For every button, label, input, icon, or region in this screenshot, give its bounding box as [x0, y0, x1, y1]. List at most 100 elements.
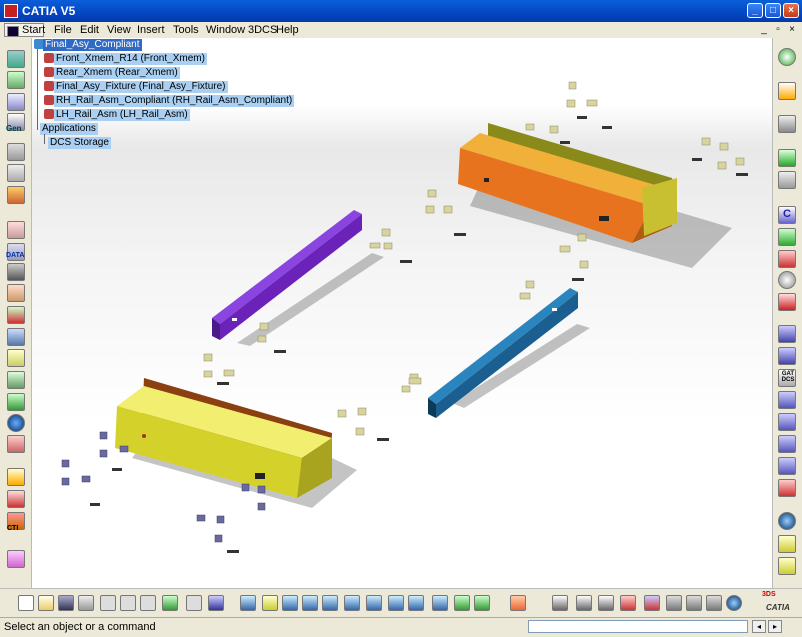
- folder-icon[interactable]: [7, 349, 25, 367]
- check-icon[interactable]: [7, 306, 25, 324]
- bars-icon[interactable]: [7, 186, 25, 204]
- tree-node-fixture[interactable]: Final_Asy_Fixture (Final_Asy_Fixture): [54, 81, 228, 93]
- tree-expand-icon[interactable]: [7, 50, 25, 68]
- tree-node-rh-rail[interactable]: RH_Rail_Asm_Compliant (RH_Rail_Asm_Compl…: [54, 95, 295, 107]
- magic-icon[interactable]: [686, 595, 702, 611]
- rh-rail-part[interactable]: [428, 288, 578, 418]
- feature-icon[interactable]: [778, 435, 796, 453]
- new-icon[interactable]: [18, 595, 34, 611]
- rotate-icon[interactable]: [778, 149, 796, 167]
- minimize-button[interactable]: _: [747, 3, 763, 18]
- hide-show-icon[interactable]: [454, 595, 470, 611]
- menu-view[interactable]: View: [107, 24, 131, 36]
- tools-icon[interactable]: [7, 284, 25, 302]
- print-icon[interactable]: [78, 595, 94, 611]
- close-button[interactable]: ×: [783, 3, 799, 18]
- sphere-icon[interactable]: [778, 271, 796, 289]
- menu-edit[interactable]: Edit: [80, 24, 99, 36]
- measure-icon[interactable]: [778, 293, 796, 311]
- report-icon[interactable]: [7, 371, 25, 389]
- command-input[interactable]: [528, 620, 748, 633]
- swap-visible-icon[interactable]: [474, 595, 490, 611]
- tree-root-node[interactable]: Final_Asy_Compliant: [43, 39, 142, 51]
- table-icon[interactable]: [552, 595, 568, 611]
- mdi-restore-button[interactable]: ▫: [772, 24, 784, 36]
- menu-help[interactable]: Help: [276, 24, 299, 36]
- undo-icon[interactable]: [162, 595, 178, 611]
- book-icon[interactable]: [778, 535, 796, 553]
- menu-file[interactable]: File: [54, 24, 72, 36]
- camera-icon[interactable]: [510, 595, 526, 611]
- multi-view-icon[interactable]: [388, 595, 404, 611]
- paste-icon[interactable]: [140, 595, 156, 611]
- redo-icon[interactable]: [186, 595, 202, 611]
- pan-icon[interactable]: [282, 595, 298, 611]
- cube-icon[interactable]: [7, 164, 25, 182]
- dollar-icon[interactable]: [7, 550, 25, 568]
- mesh-icon[interactable]: [778, 228, 796, 246]
- analysis-tool-icon[interactable]: [666, 595, 682, 611]
- grid-icon[interactable]: [778, 325, 796, 343]
- catalog-icon[interactable]: [706, 595, 722, 611]
- maximize-button[interactable]: □: [765, 3, 781, 18]
- iso-view-icon[interactable]: [408, 595, 424, 611]
- fit-all-icon[interactable]: [262, 595, 278, 611]
- annotation-icon[interactable]: [598, 595, 614, 611]
- help-icon[interactable]: [7, 414, 25, 432]
- select-arrow-icon[interactable]: [778, 82, 796, 100]
- shading-icon[interactable]: [432, 595, 448, 611]
- process-icon[interactable]: [778, 347, 796, 365]
- mdi-minimize-button[interactable]: _: [758, 24, 770, 36]
- window-title: CATIA V5: [22, 4, 76, 18]
- analysis-icon[interactable]: [7, 435, 25, 453]
- dimension-icon[interactable]: [576, 595, 592, 611]
- settings-icon[interactable]: [778, 115, 796, 133]
- copy-icon[interactable]: [120, 595, 136, 611]
- command-prev-button[interactable]: ◂: [752, 620, 766, 633]
- point-icon[interactable]: [620, 595, 636, 611]
- dll-icon[interactable]: [7, 328, 25, 346]
- menu-insert[interactable]: Insert: [137, 24, 165, 36]
- sparkle-icon[interactable]: [778, 171, 796, 189]
- menu-tools[interactable]: Tools: [173, 24, 199, 36]
- tree-node-dcs-storage[interactable]: DCS Storage: [48, 137, 111, 149]
- export-icon[interactable]: [7, 393, 25, 411]
- deform-icon[interactable]: [778, 250, 796, 268]
- menu-3dcs[interactable]: 3DCS: [248, 24, 277, 36]
- menu-window[interactable]: Window: [206, 24, 245, 36]
- eye-icon[interactable]: [778, 48, 796, 66]
- product-icon[interactable]: [7, 71, 25, 89]
- zoom-in-icon[interactable]: [322, 595, 338, 611]
- graph-icon[interactable]: [7, 490, 25, 508]
- cube-group-icon[interactable]: [7, 143, 25, 161]
- help-bottom-icon[interactable]: [726, 595, 742, 611]
- cut-icon[interactable]: [100, 595, 116, 611]
- whats-this-icon[interactable]: [208, 595, 224, 611]
- tree-node-rear-xmem[interactable]: Rear_Xmem (Rear_Xmem): [54, 67, 180, 79]
- save-icon[interactable]: [58, 595, 74, 611]
- locator-icon[interactable]: [778, 413, 796, 431]
- start-menu[interactable]: Start: [4, 23, 45, 37]
- points-icon[interactable]: [7, 221, 25, 239]
- normal-view-icon[interactable]: [366, 595, 382, 611]
- move-icon[interactable]: [778, 457, 796, 475]
- tree-node-applications[interactable]: Applications: [40, 123, 98, 135]
- command-next-button[interactable]: ▸: [768, 620, 782, 633]
- tree-node-lh-rail[interactable]: LH_Rail_Asm (LH_Rail_Asm): [54, 109, 190, 121]
- binoculars-icon[interactable]: [7, 263, 25, 281]
- rotate-view-icon[interactable]: [302, 595, 318, 611]
- axis-icon[interactable]: [7, 93, 25, 111]
- library-icon[interactable]: [778, 557, 796, 575]
- catia-app-icon[interactable]: [4, 4, 18, 18]
- tolerance-icon[interactable]: [778, 391, 796, 409]
- tree-node-front-xmem[interactable]: Front_Xmem_R14 (Front_Xmem): [54, 53, 207, 65]
- open-icon[interactable]: [38, 595, 54, 611]
- catia-logo: CATIA: [766, 603, 790, 612]
- zoom-out-icon[interactable]: [344, 595, 360, 611]
- lightning-icon[interactable]: [7, 468, 25, 486]
- globe-icon[interactable]: [778, 512, 796, 530]
- flag-icon[interactable]: [644, 595, 660, 611]
- fly-icon[interactable]: [240, 595, 256, 611]
- mdi-close-button[interactable]: ×: [786, 24, 798, 36]
- stop-icon[interactable]: [778, 479, 796, 497]
